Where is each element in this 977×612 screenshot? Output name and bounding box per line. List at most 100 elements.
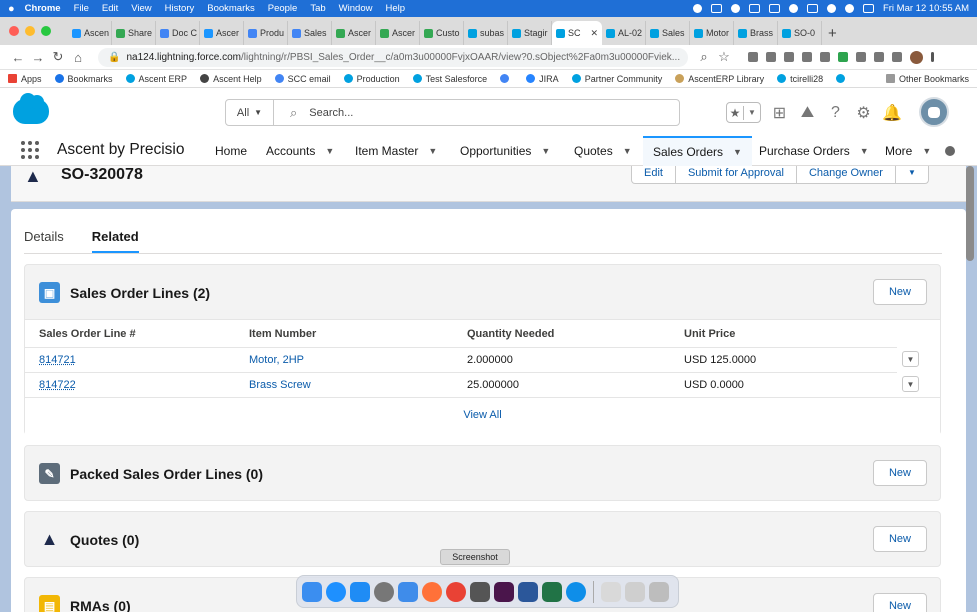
zoom-icon[interactable]: ⌕ bbox=[694, 49, 714, 65]
favorites-button[interactable]: ★ ▼ bbox=[726, 102, 761, 123]
browser-tab-active[interactable]: SC ✕ bbox=[552, 21, 602, 45]
browser-tab[interactable]: Share bbox=[112, 21, 156, 45]
browser-tab[interactable]: Ascer bbox=[332, 21, 376, 45]
tab-details[interactable]: Details bbox=[24, 229, 64, 253]
bookmark-production[interactable]: Production bbox=[343, 74, 400, 84]
nav-item-home[interactable]: Home bbox=[215, 136, 247, 166]
volume-icon[interactable] bbox=[748, 4, 760, 13]
search-icon[interactable] bbox=[844, 4, 854, 13]
browser-tab[interactable]: Brass bbox=[734, 21, 778, 45]
extensions-puzzle-icon[interactable] bbox=[892, 52, 902, 62]
chrome-icon[interactable] bbox=[446, 581, 466, 602]
bookmark-tcirelli28[interactable]: tcirelli28 bbox=[777, 74, 823, 84]
menu-history[interactable]: History bbox=[165, 3, 195, 14]
column-header-quantity[interactable]: Quantity Needed bbox=[467, 328, 554, 340]
browser-tab[interactable]: Sales bbox=[288, 21, 332, 45]
change-owner-button[interactable]: Change Owner bbox=[797, 166, 896, 183]
menu-file[interactable]: File bbox=[74, 3, 89, 14]
browser-tab[interactable]: Ascer bbox=[200, 21, 244, 45]
finder-icon[interactable] bbox=[302, 581, 322, 602]
chevron-down-icon[interactable]: ▼ bbox=[860, 146, 869, 156]
new-rma-button[interactable]: New bbox=[873, 593, 927, 612]
menu-chrome[interactable]: Chrome bbox=[25, 3, 61, 14]
salesforce-logo[interactable] bbox=[13, 93, 49, 124]
nav-item-sales-orders[interactable]: Sales Orders ▼ bbox=[643, 136, 752, 166]
card-title[interactable]: Sales Order Lines (2) bbox=[70, 285, 210, 301]
excel-icon[interactable] bbox=[542, 581, 562, 602]
browser-tab[interactable]: subas bbox=[464, 21, 508, 45]
bookmark-ascent-help[interactable]: Ascent Help bbox=[200, 74, 262, 84]
new-sales-order-line-button[interactable]: New bbox=[873, 279, 927, 305]
browser-tab[interactable]: Doc C bbox=[156, 21, 200, 45]
bookmark-scc-email[interactable]: SCC email bbox=[274, 74, 331, 84]
new-quote-button[interactable]: New bbox=[873, 526, 927, 552]
safari-icon[interactable] bbox=[326, 581, 346, 602]
nav-item-quotes[interactable]: Quotes ▼ bbox=[574, 136, 632, 166]
bookmark-google[interactable] bbox=[500, 74, 513, 83]
profile-avatar[interactable] bbox=[910, 50, 923, 64]
app-launcher-icon[interactable] bbox=[21, 141, 39, 159]
extension-icon[interactable] bbox=[874, 52, 884, 62]
document-icon[interactable] bbox=[601, 581, 621, 602]
line-number-link[interactable]: 814721 bbox=[39, 354, 76, 366]
bookmark-test-salesforce[interactable]: Test Salesforce bbox=[412, 74, 487, 84]
reload-icon[interactable]: ↻ bbox=[48, 49, 68, 65]
forward-icon[interactable]: → bbox=[28, 50, 48, 65]
chevron-down-icon[interactable]: ▼ bbox=[623, 146, 632, 156]
view-all-link[interactable]: View All bbox=[25, 409, 940, 421]
item-number-link[interactable]: Brass Screw bbox=[249, 379, 311, 391]
chevron-down-icon[interactable]: ▼ bbox=[541, 146, 550, 156]
status-app-icon[interactable] bbox=[692, 4, 702, 13]
extension-icon[interactable] bbox=[838, 52, 848, 62]
bookmark-ascent-erp[interactable]: Ascent ERP bbox=[125, 74, 187, 84]
nav-item-purchase-orders[interactable]: Purchase Orders ▼ bbox=[759, 136, 869, 166]
chevron-down-icon[interactable]: ▼ bbox=[733, 147, 742, 157]
extension-icon[interactable] bbox=[820, 52, 830, 62]
nav-item-accounts[interactable]: Accounts ▼ bbox=[266, 136, 334, 166]
home-icon[interactable]: ⌂ bbox=[68, 50, 88, 65]
menu-people[interactable]: People bbox=[268, 3, 298, 14]
help-icon[interactable]: ? bbox=[826, 104, 845, 122]
extension-icon[interactable] bbox=[748, 52, 758, 62]
new-tab-button[interactable]: + bbox=[822, 25, 843, 45]
user-avatar[interactable] bbox=[919, 97, 949, 127]
menu-view[interactable]: View bbox=[131, 3, 151, 14]
browser-tab[interactable]: Ascer bbox=[376, 21, 420, 45]
extension-icon[interactable] bbox=[766, 52, 776, 62]
bookmark-other[interactable]: Other Bookmarks bbox=[885, 74, 969, 84]
extension-icon[interactable] bbox=[802, 52, 812, 62]
screenshot-icon[interactable] bbox=[470, 581, 490, 602]
browser-tab[interactable]: Produ bbox=[244, 21, 288, 45]
lock-icon[interactable]: 🔒 bbox=[108, 52, 120, 63]
battery-icon[interactable] bbox=[768, 4, 780, 13]
tab-related[interactable]: Related bbox=[91, 229, 139, 253]
bookmark-ascenterp-library[interactable]: AscentERP Library bbox=[675, 74, 764, 84]
browser-tab[interactable]: Sales bbox=[646, 21, 690, 45]
bookmark-salesforce[interactable] bbox=[836, 74, 849, 83]
column-header-item-number[interactable]: Item Number bbox=[249, 328, 316, 340]
column-header-unit-price[interactable]: Unit Price bbox=[684, 328, 735, 340]
trash-icon[interactable] bbox=[649, 581, 669, 602]
card-title[interactable]: RMAs (0) bbox=[70, 598, 131, 612]
menu-bookmarks[interactable]: Bookmarks bbox=[207, 3, 255, 14]
card-title[interactable]: Packed Sales Order Lines (0) bbox=[70, 466, 263, 482]
item-number-link[interactable]: Motor, 2HP bbox=[249, 354, 304, 366]
display-icon[interactable] bbox=[806, 4, 818, 13]
chevron-down-icon[interactable]: ▼ bbox=[428, 146, 437, 156]
edit-button[interactable]: Edit bbox=[632, 166, 676, 183]
nav-item-opportunities[interactable]: Opportunities ▼ bbox=[460, 136, 550, 166]
trailhead-icon[interactable]: ⛰ bbox=[798, 104, 817, 122]
menu-help[interactable]: Help bbox=[385, 3, 405, 14]
teamviewer-icon[interactable] bbox=[566, 581, 586, 602]
document-icon[interactable] bbox=[625, 581, 645, 602]
info-icon[interactable] bbox=[945, 146, 955, 156]
row-actions-chevron-icon[interactable]: ▼ bbox=[902, 376, 919, 392]
system-preferences-icon[interactable] bbox=[374, 581, 394, 602]
nav-item-more[interactable]: More ▼ bbox=[885, 136, 931, 166]
word-icon[interactable] bbox=[518, 581, 538, 602]
bookmark-apps[interactable]: Apps bbox=[8, 74, 42, 84]
menu-tab[interactable]: Tab bbox=[310, 3, 325, 14]
bookmark-jira[interactable]: JIRA bbox=[526, 74, 559, 84]
extension-icon[interactable] bbox=[784, 52, 794, 62]
apple-icon[interactable]: ● bbox=[8, 3, 15, 15]
